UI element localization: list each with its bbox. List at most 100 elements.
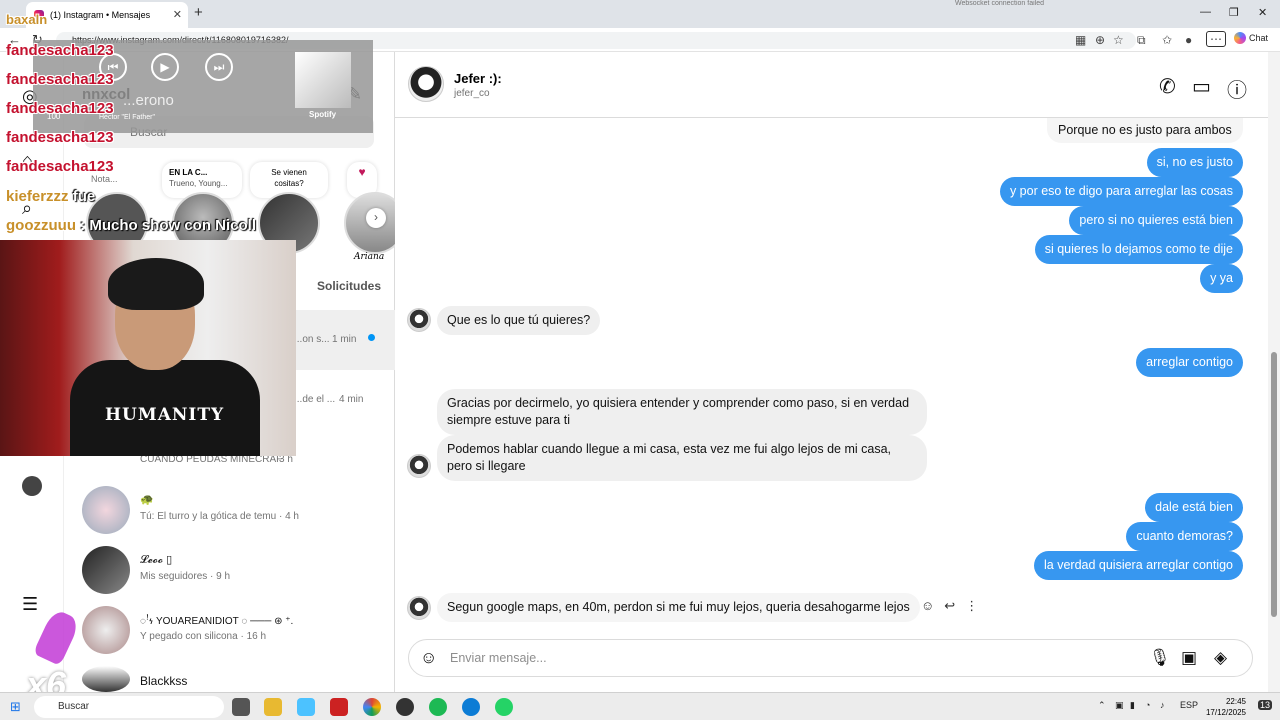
file-explorer-icon[interactable] bbox=[264, 698, 282, 716]
overlay-chat-text: fue bbox=[72, 188, 96, 205]
play-icon[interactable]: ▶ bbox=[151, 53, 179, 81]
minimize-icon[interactable]: — bbox=[1200, 6, 1211, 18]
message-composer: ☺ 🎙 ▣ ◈ bbox=[408, 639, 1253, 677]
overlay-chat-line: goozzuuu : Mucho show con Nicoll bbox=[6, 217, 256, 234]
message-outgoing: si, no es justo bbox=[1146, 148, 1243, 177]
overlay-chat-text: : Mucho show con Nicoll bbox=[80, 217, 256, 234]
obs-icon[interactable] bbox=[396, 698, 414, 716]
new-tab-button[interactable]: + bbox=[194, 4, 203, 21]
preview-text: Tú: El turro y la gótica de temu bbox=[140, 511, 277, 522]
info-icon[interactable]: ⓘ bbox=[1227, 74, 1247, 103]
screen: (1) Instagram • Mensajes ✕ + Websocket c… bbox=[0, 0, 1280, 720]
react-emoji-icon[interactable]: ☺ bbox=[921, 598, 934, 614]
message-input[interactable] bbox=[450, 648, 1100, 668]
conversation-item[interactable]: 𝓛𝓮𝓸𝓸 ▯ Mis seguidores · 9 h bbox=[64, 540, 395, 600]
conversation-preview: ...on s... bbox=[294, 334, 330, 345]
hamburger-menu-icon[interactable]: ☰ bbox=[22, 594, 38, 615]
contact-mini-avatar bbox=[407, 596, 431, 620]
avatar bbox=[82, 666, 130, 692]
tab-title: (1) Instagram • Mensajes bbox=[50, 10, 151, 20]
note-label: Nota... bbox=[91, 174, 118, 184]
sticker-icon[interactable]: ◈ bbox=[1214, 648, 1227, 668]
webcam-overlay: HUMANITY bbox=[0, 240, 296, 456]
stories-next-icon[interactable]: › bbox=[366, 208, 386, 228]
more-menu-icon[interactable]: ⋯ bbox=[1206, 31, 1226, 47]
conversation-item[interactable]: ◌ꜝ𐓷 YOUAREANIDIOT ◌ ─── ⊛ ⁺. Y pegado co… bbox=[64, 600, 395, 660]
message-actions: ☺ ↩ ⋮ bbox=[921, 598, 978, 614]
window-close-icon[interactable]: ✕ bbox=[1258, 6, 1267, 19]
next-track-icon[interactable]: ⏭ bbox=[205, 53, 233, 81]
taskbar-search-label: Buscar bbox=[58, 701, 90, 712]
profile-avatar[interactable] bbox=[22, 476, 42, 496]
reply-icon[interactable]: ↩ bbox=[944, 598, 955, 614]
contact-mini-avatar bbox=[407, 308, 431, 332]
whatsapp-icon[interactable] bbox=[495, 698, 513, 716]
overlay-chat-user: fandesacha123 bbox=[6, 42, 114, 59]
browser-tab[interactable]: (1) Instagram • Mensajes ✕ bbox=[26, 2, 188, 28]
profile-icon[interactable]: ● bbox=[1185, 33, 1192, 47]
spotify-label: Spotify bbox=[309, 110, 337, 119]
track-title: ...erono bbox=[123, 92, 174, 109]
taskbar-search[interactable]: Buscar bbox=[34, 696, 224, 718]
more-options-icon[interactable]: ⋮ bbox=[965, 598, 978, 614]
chat-panel: Jefer :): jefer_co ✆ ▭ ⓘ Porque no es ju… bbox=[395, 52, 1268, 692]
copilot-chat-button[interactable]: Chat bbox=[1234, 32, 1268, 44]
extensions-icon[interactable]: ⧉ bbox=[1137, 33, 1146, 48]
wifi-icon[interactable]: ◔ bbox=[1145, 700, 1150, 710]
message-incoming: Porque no es justo para ambos bbox=[1047, 118, 1243, 143]
clock-date: 17/12/2025 bbox=[1205, 708, 1246, 717]
microphone-icon[interactable]: 🎙 bbox=[1149, 648, 1171, 668]
overlay-chat-user: fandesacha123 bbox=[6, 100, 114, 117]
message-incoming: Segun google maps, en 40m, perdon si me … bbox=[437, 593, 920, 622]
contact-username: jefer_co bbox=[454, 88, 490, 99]
message-incoming: Podemos hablar cuando llegue a mi casa, … bbox=[437, 435, 927, 481]
language-indicator[interactable]: ESP bbox=[1180, 700, 1198, 710]
favorites-icon[interactable]: ✩ bbox=[1162, 33, 1172, 47]
preview-time: 4 h bbox=[285, 511, 299, 522]
message-outgoing: arreglar contigo bbox=[1136, 348, 1243, 377]
favorite-star-icon[interactable]: ☆ bbox=[1113, 33, 1124, 47]
video-call-icon[interactable]: ▭ bbox=[1192, 74, 1211, 99]
restore-icon[interactable]: ❐ bbox=[1229, 6, 1239, 19]
conversation-item[interactable]: Blackkss bbox=[64, 660, 395, 692]
notification-count[interactable]: 13 bbox=[1258, 700, 1273, 710]
chrome-icon[interactable] bbox=[363, 698, 381, 716]
contact-mini-avatar bbox=[407, 454, 431, 478]
shirt-text: HUMANITY bbox=[105, 405, 225, 425]
tab-close-icon[interactable]: ✕ bbox=[173, 8, 182, 21]
phone-call-icon[interactable]: ✆ bbox=[1159, 74, 1176, 99]
contact-name[interactable]: Jefer :): bbox=[454, 71, 502, 86]
notepad-icon[interactable] bbox=[297, 698, 315, 716]
emoji-picker-icon[interactable]: ☺ bbox=[420, 648, 437, 668]
edge-icon[interactable] bbox=[462, 698, 480, 716]
tray-app-icon[interactable]: ▮ bbox=[1130, 700, 1135, 711]
app-icon[interactable] bbox=[330, 698, 348, 716]
task-view-icon[interactable] bbox=[232, 698, 250, 716]
avatar bbox=[82, 486, 130, 534]
note-title: EN LA C... bbox=[169, 168, 208, 177]
message-incoming: Gracias por decirmelo, yo quisiera enten… bbox=[437, 389, 927, 435]
overlay-chat-user: fandesacha123 bbox=[6, 129, 114, 146]
unread-dot bbox=[368, 334, 375, 341]
message-outgoing: y por eso te digo para arreglar las cosa… bbox=[999, 177, 1243, 206]
message-outgoing: la verdad quisiera arreglar contigo bbox=[1034, 551, 1243, 580]
spotify-icon[interactable] bbox=[429, 698, 447, 716]
tray-app-icon[interactable]: ▣ bbox=[1115, 700, 1124, 711]
image-upload-icon[interactable]: ▣ bbox=[1181, 648, 1197, 668]
scrollbar-thumb[interactable] bbox=[1271, 352, 1277, 617]
conversation-item[interactable]: 🐢 Tú: El turro y la gótica de temu · 4 h bbox=[64, 480, 395, 540]
copilot-icon bbox=[1234, 32, 1246, 44]
volume-icon[interactable]: ♪ bbox=[1160, 700, 1165, 710]
message-outgoing: dale está bien bbox=[1145, 493, 1243, 522]
windows-start-icon[interactable]: ⊞ bbox=[10, 699, 21, 715]
copilot-chat-label: Chat bbox=[1249, 33, 1269, 43]
conversation-name: 𝓛𝓮𝓸𝓸 ▯ bbox=[140, 554, 173, 566]
overlay-chat-user: fandesacha123 bbox=[6, 158, 114, 175]
system-clock[interactable]: 22:45 17/12/2025 bbox=[1200, 696, 1246, 718]
tray-chevron-icon[interactable]: ⌃ bbox=[1098, 700, 1106, 711]
zoom-icon[interactable]: ⊕ bbox=[1095, 33, 1105, 47]
contact-avatar[interactable] bbox=[408, 66, 444, 102]
reader-icon[interactable]: ▦ bbox=[1075, 33, 1086, 47]
chat-scrollbar[interactable] bbox=[1268, 52, 1280, 692]
requests-tab[interactable]: Solicitudes bbox=[317, 279, 381, 293]
